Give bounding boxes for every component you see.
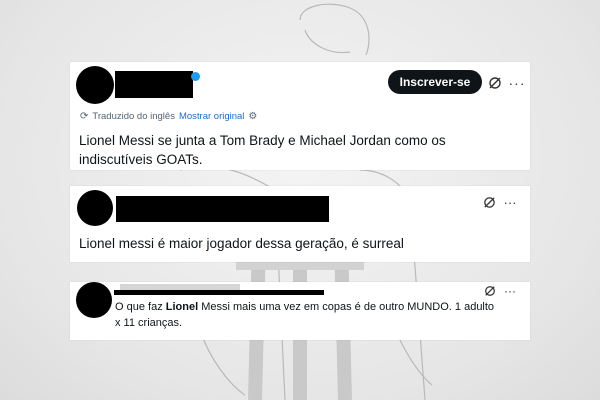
more-options-icon[interactable]: ··· <box>508 74 526 92</box>
translated-label: Traduzido do inglês <box>92 111 175 122</box>
avatar[interactable] <box>76 282 112 318</box>
post-text-line: O que faz Lionel Messi mais uma vez em c… <box>115 301 495 313</box>
post-text-line: Lionel Messi se junta a Tom Brady e Mich… <box>79 133 446 148</box>
redacted-username <box>116 196 329 222</box>
post-text-line: x 11 crianças. <box>115 317 183 329</box>
redacted-username <box>115 71 193 98</box>
subscribe-button[interactable]: Inscrever-se <box>388 70 482 94</box>
post-card-3: ··· O que faz Lionel Messi mais uma vez … <box>70 282 530 340</box>
more-options-icon[interactable]: ··· <box>503 284 517 298</box>
grok-icon[interactable] <box>483 284 497 298</box>
avatar[interactable] <box>77 190 113 226</box>
gear-icon[interactable]: ⚙ <box>248 111 257 122</box>
post-text-line: Lionel messi é maior jogador dessa geraç… <box>79 236 404 251</box>
redacted-username <box>114 290 324 295</box>
show-original-link[interactable]: Mostrar original <box>179 111 244 122</box>
more-options-icon[interactable]: ··· <box>502 194 518 210</box>
verified-badge-icon <box>191 72 200 81</box>
translation-note: ⟳ Traduzido do inglês Mostrar original ⚙ <box>80 111 257 122</box>
avatar[interactable] <box>76 66 114 104</box>
post-text-line: indiscutíveis GOATs. <box>79 152 203 167</box>
post-card-2: ··· Lionel messi é maior jogador dessa g… <box>70 186 530 262</box>
translate-icon: ⟳ <box>80 111 89 122</box>
grok-icon[interactable] <box>486 74 504 92</box>
grok-icon[interactable] <box>481 194 497 210</box>
post-card-1: Inscrever-se ··· ⟳ Traduzido do inglês M… <box>70 62 530 170</box>
